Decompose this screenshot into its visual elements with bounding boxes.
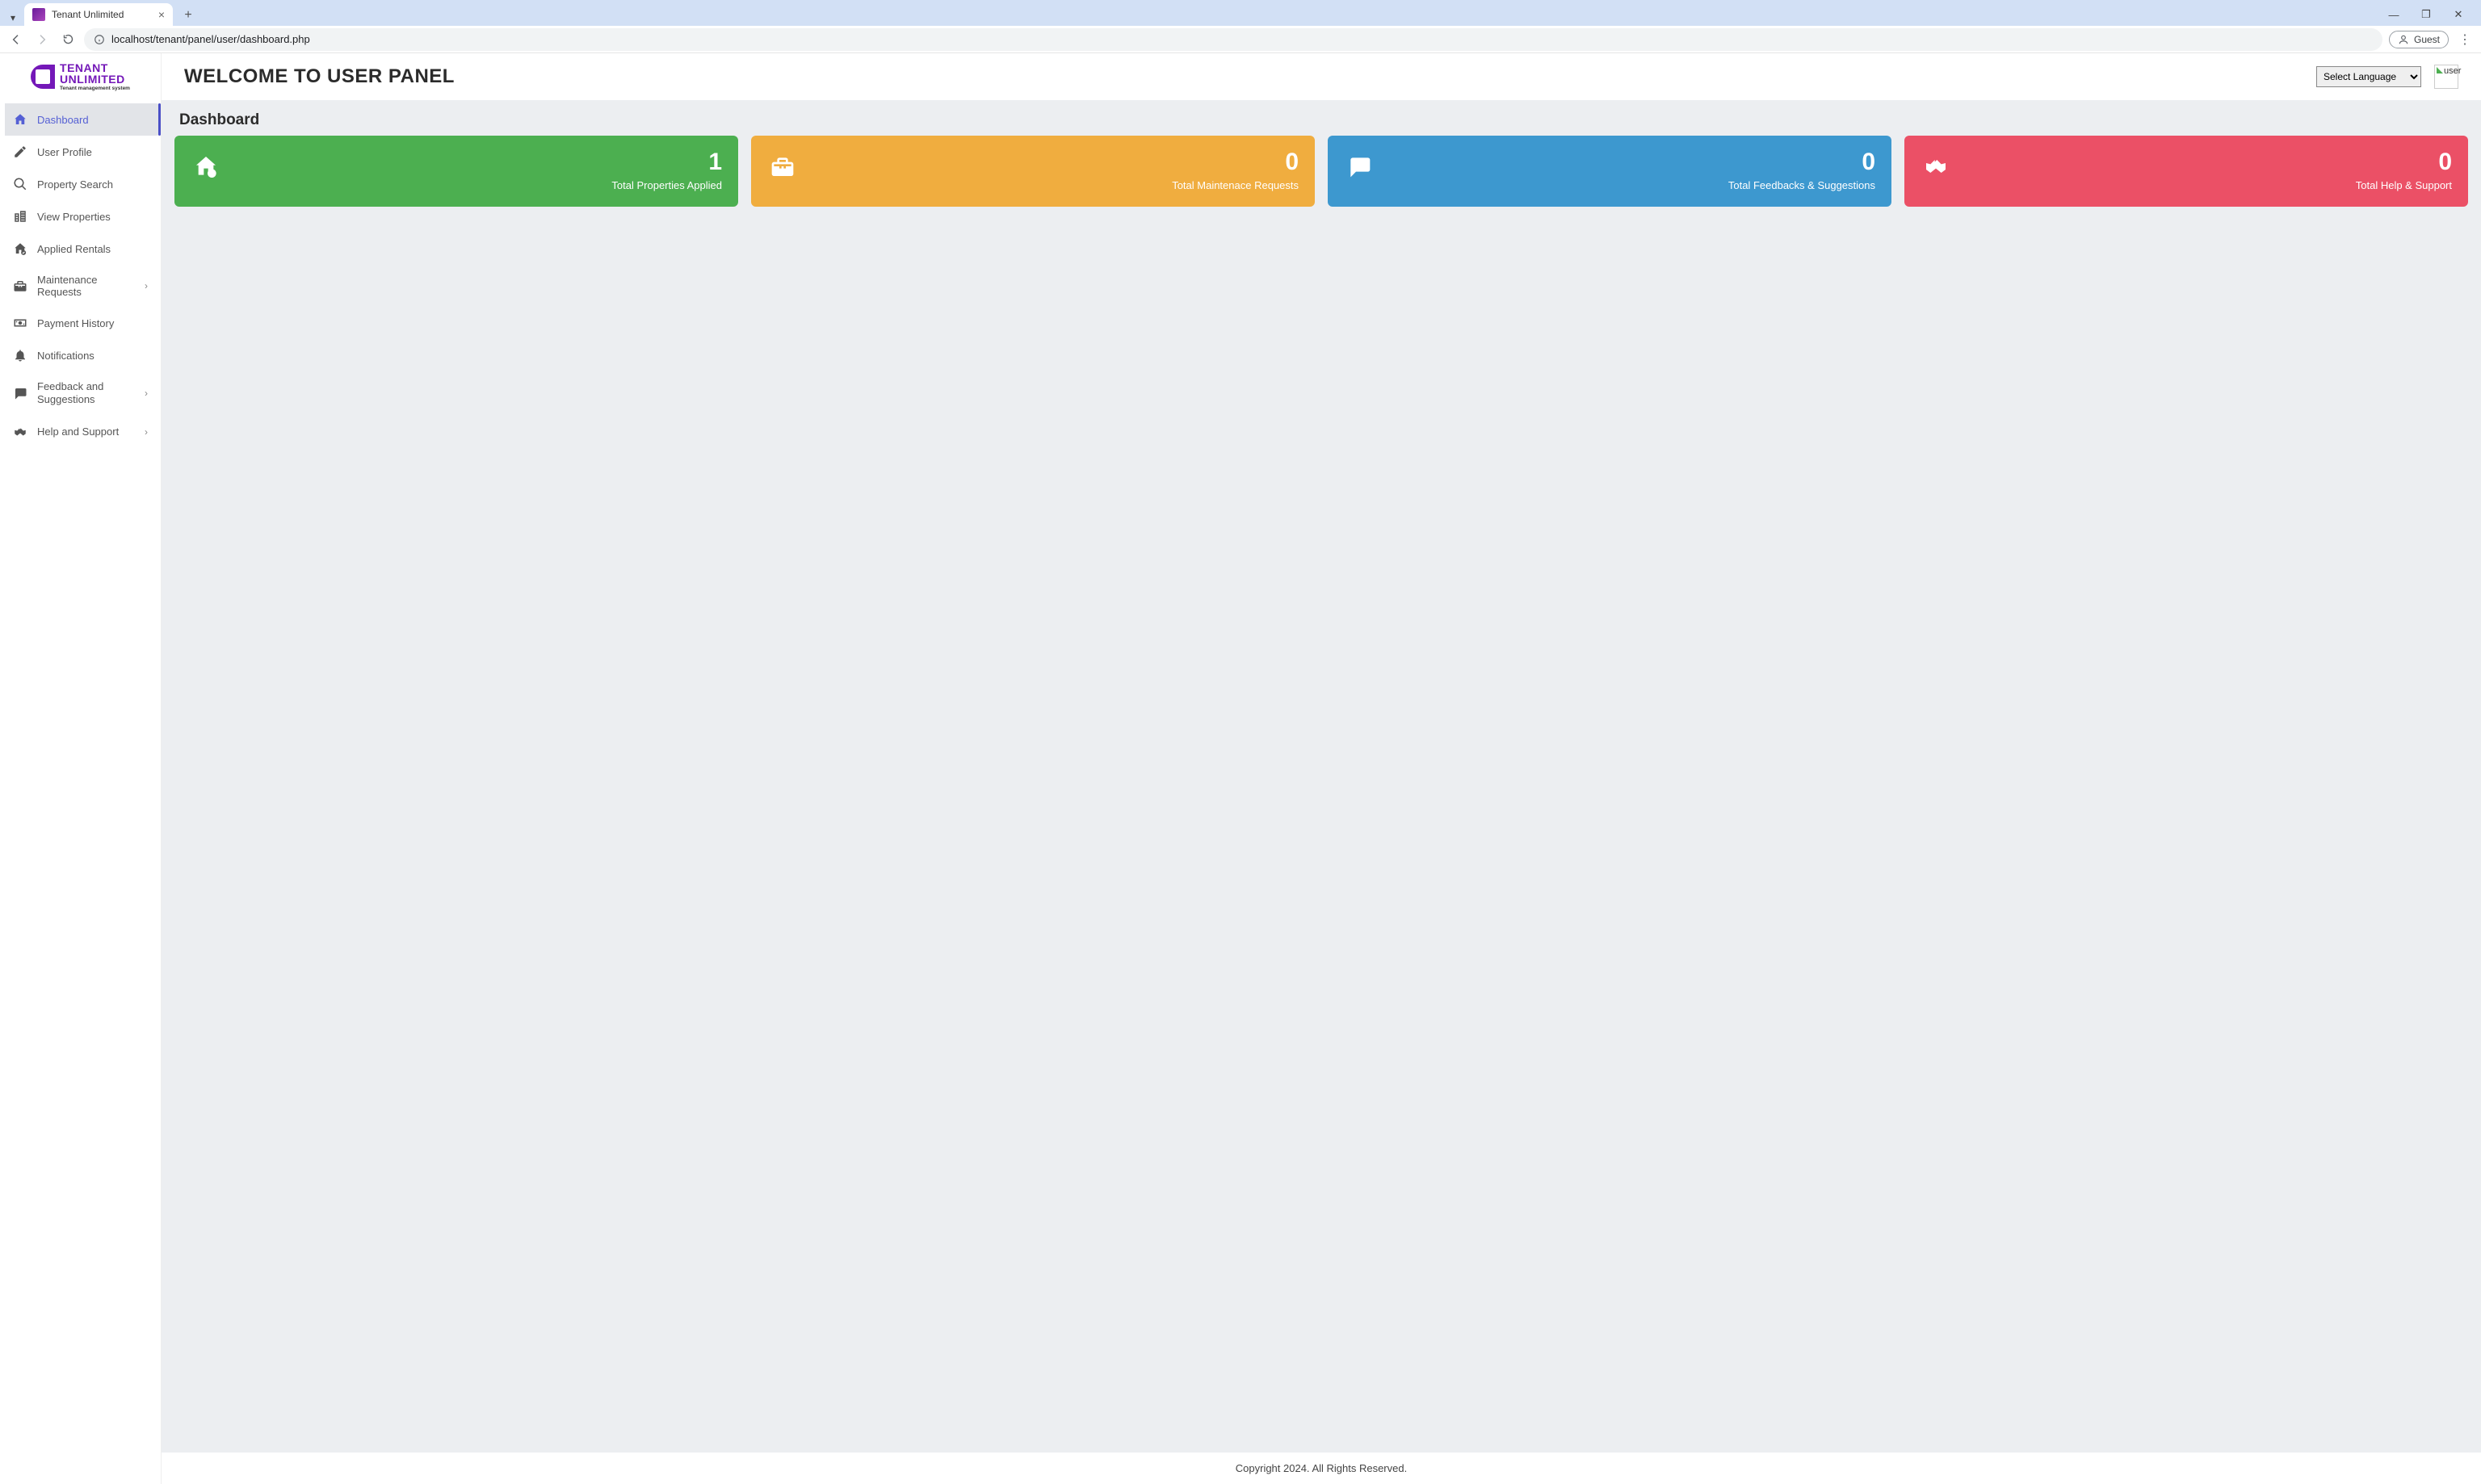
sidebar-item-dashboard[interactable]: Dashboard (5, 103, 161, 136)
stat-value: 0 (1963, 150, 2452, 174)
sidebar: TENANT UNLIMITED Tenant management syste… (0, 53, 162, 1484)
sidebar-item-applied-rentals[interactable]: Applied Rentals (0, 233, 161, 265)
money-icon (13, 316, 27, 330)
home-check-icon (191, 150, 221, 194)
sidebar-item-help-and-support[interactable]: Help and Support › (0, 416, 161, 448)
stat-label: Total Properties Applied (233, 179, 722, 193)
sidebar-item-label: Help and Support (37, 425, 135, 438)
address-bar-row: localhost/tenant/panel/user/dashboard.ph… (0, 26, 2481, 53)
sidebar-item-payment-history[interactable]: Payment History (0, 307, 161, 339)
tab-strip: ▾ Tenant Unlimited × + — ❐ ✕ (0, 0, 2481, 26)
browser-menu-icon[interactable]: ⋮ (2455, 31, 2475, 48)
sidebar-item-view-properties[interactable]: View Properties (0, 200, 161, 233)
toolbox-icon (13, 279, 27, 293)
sidebar-item-label: User Profile (37, 146, 148, 158)
reload-button[interactable] (58, 30, 78, 49)
sidebar-item-label: Payment History (37, 317, 148, 329)
stat-card-total-maintenace-requests[interactable]: 0 Total Maintenace Requests (751, 136, 1315, 207)
sidebar-item-label: Maintenance Requests (37, 274, 135, 298)
close-tab-icon[interactable]: × (158, 8, 165, 21)
stat-label: Total Feedbacks & Suggestions (1386, 179, 1875, 193)
forward-button[interactable] (32, 30, 52, 49)
buildings-icon (13, 209, 27, 224)
new-tab-button[interactable]: + (178, 5, 199, 26)
sidebar-nav: Dashboard User Profile Property Search View… (0, 100, 161, 448)
sidebar-item-label: Feedback and Suggestions (37, 380, 135, 407)
logo-line1: TENANT (60, 62, 130, 73)
browser-tab[interactable]: Tenant Unlimited × (24, 3, 173, 26)
logo-tagline: Tenant management system (60, 86, 130, 92)
stat-label: Total Maintenace Requests (809, 179, 1299, 193)
minimize-icon[interactable]: — (2382, 3, 2405, 26)
maximize-icon[interactable]: ❐ (2415, 3, 2437, 26)
close-window-icon[interactable]: ✕ (2447, 3, 2470, 26)
page-body: Dashboard 1 Total Properties Applied 0 Tota… (162, 100, 2481, 1453)
chevron-right-icon: › (145, 388, 148, 399)
profile-button[interactable]: Guest (2389, 31, 2449, 48)
favicon-icon (32, 8, 45, 21)
logo-mark-icon (31, 65, 55, 89)
avatar-alt: user (2444, 66, 2461, 76)
home-check-icon (13, 241, 27, 256)
language-select[interactable]: Select Language (2316, 66, 2421, 87)
stat-cards: 1 Total Properties Applied 0 Total Maintena… (174, 136, 2468, 207)
sidebar-item-label: Notifications (37, 350, 148, 362)
sidebar-item-property-search[interactable]: Property Search (0, 168, 161, 200)
pencil-icon (13, 145, 27, 159)
toolbox-icon (767, 150, 798, 194)
chevron-right-icon: › (145, 280, 148, 291)
stat-card-total-help-support[interactable]: 0 Total Help & Support (1904, 136, 2468, 207)
main-area: WELCOME TO USER PANEL Select Language us… (162, 53, 2481, 1484)
logo-line2: UNLIMITED (60, 73, 130, 85)
sidebar-item-notifications[interactable]: Notifications (0, 339, 161, 371)
sidebar-item-label: Dashboard (37, 114, 148, 126)
home-icon (13, 112, 27, 127)
tab-title: Tenant Unlimited (52, 9, 152, 20)
handshake-icon (1921, 150, 1951, 194)
sidebar-item-user-profile[interactable]: User Profile (0, 136, 161, 168)
app-root: TENANT UNLIMITED Tenant management syste… (0, 53, 2481, 1484)
handshake-icon (13, 425, 27, 439)
footer: Copyright 2024. All Rights Reserved. (162, 1453, 2481, 1484)
topbar: WELCOME TO USER PANEL Select Language us… (162, 53, 2481, 100)
stat-card-total-properties-applied[interactable]: 1 Total Properties Applied (174, 136, 738, 207)
sidebar-item-label: Applied Rentals (37, 243, 148, 255)
sidebar-item-feedback-and-suggestions[interactable]: Feedback and Suggestions › (0, 371, 161, 416)
sidebar-item-maintenance-requests[interactable]: Maintenance Requests › (0, 265, 161, 307)
search-icon (13, 177, 27, 191)
sidebar-item-label: Property Search (37, 178, 148, 191)
user-icon (2398, 34, 2409, 45)
stat-value: 0 (809, 150, 1299, 174)
comment-icon (13, 386, 27, 400)
address-bar[interactable]: localhost/tenant/panel/user/dashboard.ph… (84, 28, 2382, 51)
browser-chrome: ▾ Tenant Unlimited × + — ❐ ✕ localhost/t… (0, 0, 2481, 53)
profile-label: Guest (2414, 34, 2440, 45)
back-button[interactable] (6, 30, 26, 49)
comment-icon (1344, 150, 1375, 194)
sidebar-item-label: View Properties (37, 211, 148, 223)
site-info-icon[interactable] (94, 34, 105, 45)
chevron-right-icon: › (145, 426, 148, 438)
stat-label: Total Help & Support (1963, 179, 2452, 193)
stat-value: 1 (233, 150, 722, 174)
stat-card-total-feedbacks-suggestions[interactable]: 0 Total Feedbacks & Suggestions (1328, 136, 1891, 207)
window-controls: — ❐ ✕ (2382, 3, 2476, 26)
url-text: localhost/tenant/panel/user/dashboard.ph… (111, 33, 310, 45)
tab-search-dropdown[interactable]: ▾ (5, 10, 21, 26)
stat-value: 0 (1386, 150, 1875, 174)
page-title: Dashboard (179, 111, 2468, 129)
avatar[interactable]: user (2434, 65, 2458, 89)
bell-icon (13, 348, 27, 363)
welcome-heading: WELCOME TO USER PANEL (184, 65, 455, 88)
logo[interactable]: TENANT UNLIMITED Tenant management syste… (0, 53, 161, 100)
